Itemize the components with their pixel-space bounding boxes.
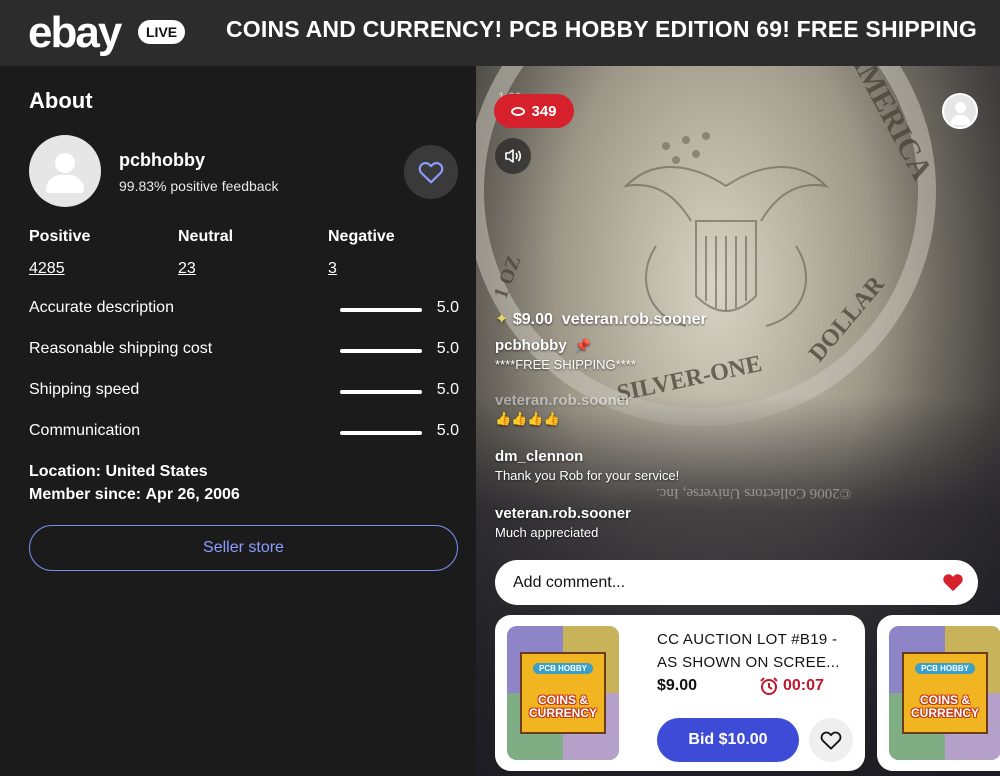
neutral-label: Neutral	[178, 228, 234, 245]
auction-thumbnail[interactable]: PCB HOBBY COINS & CURRENCY	[889, 626, 1000, 760]
feedback-percentage: 99.83% positive feedback	[119, 178, 279, 194]
about-panel: About pcbhobby 99.83% positive feedback …	[0, 66, 476, 776]
bid-button[interactable]: Bid $10.00	[657, 718, 799, 762]
viewer-count-badge: 349	[494, 94, 574, 128]
live-video[interactable]: AMERICA DOLLAR SILVER-ONE 1 OZ ©2006 Col…	[476, 66, 1000, 776]
alarm-clock-icon	[760, 677, 778, 695]
rating-bar	[340, 308, 422, 312]
location-value: United States	[105, 463, 208, 480]
logo-top-text: PCB HOBBY	[522, 663, 604, 674]
positive-label: Positive	[29, 228, 91, 245]
speaker-icon	[505, 149, 522, 163]
latest-bid-amount: $9.00	[512, 311, 553, 328]
avatar-shoulders	[46, 175, 84, 193]
rating-value: 5.0	[436, 299, 459, 316]
rating-value: 5.0	[436, 340, 459, 357]
location-info: Location: United States	[29, 463, 208, 481]
chat-username: veteran.rob.sooner	[495, 392, 631, 409]
heart-icon[interactable]	[942, 572, 964, 592]
top-header: ebay LIVE COINS AND CURRENCY! PCB HOBBY …	[0, 0, 1000, 66]
seller-store-button[interactable]: Seller store	[29, 525, 458, 571]
rating-label: Shipping speed	[29, 381, 140, 398]
heart-outline-icon	[820, 731, 842, 750]
seller-name[interactable]: pcbhobby	[119, 150, 205, 171]
auction-timer: 00:07	[759, 676, 824, 696]
location-label: Location:	[29, 463, 101, 480]
member-since-value: Apr 26, 2006	[145, 486, 240, 503]
logo-top-text: PCB HOBBY	[904, 663, 986, 674]
rating-row-shipping-cost: Reasonable shipping cost 5.0	[29, 340, 459, 364]
pcb-hobby-logo: PCB HOBBY COINS & CURRENCY	[520, 652, 606, 734]
pcb-hobby-logo: PCB HOBBY COINS & CURRENCY	[902, 652, 988, 734]
auction-price: $9.00	[657, 677, 698, 694]
negative-label: Negative	[328, 228, 395, 245]
auction-thumbnail[interactable]: PCB HOBBY COINS & CURRENCY	[507, 626, 619, 760]
slab-copyright-text: ©2006 Collectors Universe, Inc.	[656, 485, 852, 501]
viewer-count: 349	[531, 102, 557, 120]
rating-value: 5.0	[436, 381, 459, 398]
timer-value: 00:07	[783, 677, 824, 694]
logo-main-text: COINS & CURRENCY	[528, 693, 597, 720]
negative-count-link[interactable]: 3	[328, 260, 337, 278]
eye-icon	[511, 106, 526, 116]
watch-button[interactable]	[809, 718, 853, 762]
about-heading: About	[29, 88, 93, 113]
rating-label: Communication	[29, 422, 141, 439]
avatar-shoulders	[951, 115, 970, 125]
ebay-logo[interactable]: ebay	[28, 8, 122, 58]
chat-message: Thank you Rob for your service!	[495, 468, 680, 483]
pin-icon: 📌	[574, 338, 592, 353]
stream-title: COINS AND CURRENCY! PCB HOBBY EDITION 69…	[226, 16, 977, 42]
sparkle-icon: ✦	[495, 311, 509, 328]
positive-count-link[interactable]: 4285	[29, 260, 65, 278]
host-avatar[interactable]	[942, 93, 978, 129]
live-badge: LIVE	[138, 20, 186, 44]
chat-message: 👍👍👍👍	[495, 411, 560, 426]
chat-username: dm_clennon	[495, 448, 584, 465]
logo-top-label: PCB HOBBY	[532, 663, 593, 674]
seller-avatar[interactable]	[29, 135, 101, 207]
chat-username: pcbhobby	[495, 337, 567, 354]
mute-button[interactable]	[495, 138, 531, 174]
auction-title[interactable]: CC AUCTION LOT #B19 - AS SHOWN ON SCREE.…	[657, 628, 853, 674]
pinned-message-text: ****FREE SHIPPING****	[495, 357, 636, 372]
auction-card[interactable]: PCB HOBBY COINS & CURRENCY CC AUCTION LO…	[495, 615, 865, 771]
chat-message: Much appreciated	[495, 525, 599, 540]
avatar-head	[55, 153, 75, 173]
chat-username: veteran.rob.sooner	[495, 505, 631, 522]
logo-main-text: COINS & CURRENCY	[910, 693, 979, 720]
latest-bidder: veteran.rob.sooner	[561, 311, 707, 328]
latest-bid: ✦ $9.00 veteran.rob.sooner	[495, 309, 707, 329]
pinned-message-name: pcbhobby 📌	[495, 337, 591, 354]
next-auction-card[interactable]: PCB HOBBY COINS & CURRENCY	[877, 615, 1000, 771]
rating-row-accurate-description: Accurate description 5.0	[29, 299, 459, 323]
rating-value: 5.0	[436, 422, 459, 439]
member-since-info: Member since: Apr 26, 2006	[29, 486, 240, 504]
follow-seller-button[interactable]	[404, 145, 458, 199]
logo-top-label: PCB HOBBY	[914, 663, 975, 674]
rating-row-communication: Communication 5.0	[29, 422, 459, 446]
comment-placeholder: Add comment...	[513, 573, 626, 591]
rating-bar	[340, 431, 422, 435]
rating-label: Reasonable shipping cost	[29, 340, 213, 357]
rating-row-shipping-speed: Shipping speed 5.0	[29, 381, 459, 405]
heart-outline-icon	[418, 161, 444, 184]
avatar-head	[955, 102, 966, 113]
member-since-label: Member since:	[29, 486, 142, 503]
rating-bar	[340, 390, 422, 394]
neutral-count-link[interactable]: 23	[178, 260, 196, 278]
rating-label: Accurate description	[29, 299, 174, 316]
add-comment-input[interactable]: Add comment...	[495, 560, 978, 605]
rating-bar	[340, 349, 422, 353]
